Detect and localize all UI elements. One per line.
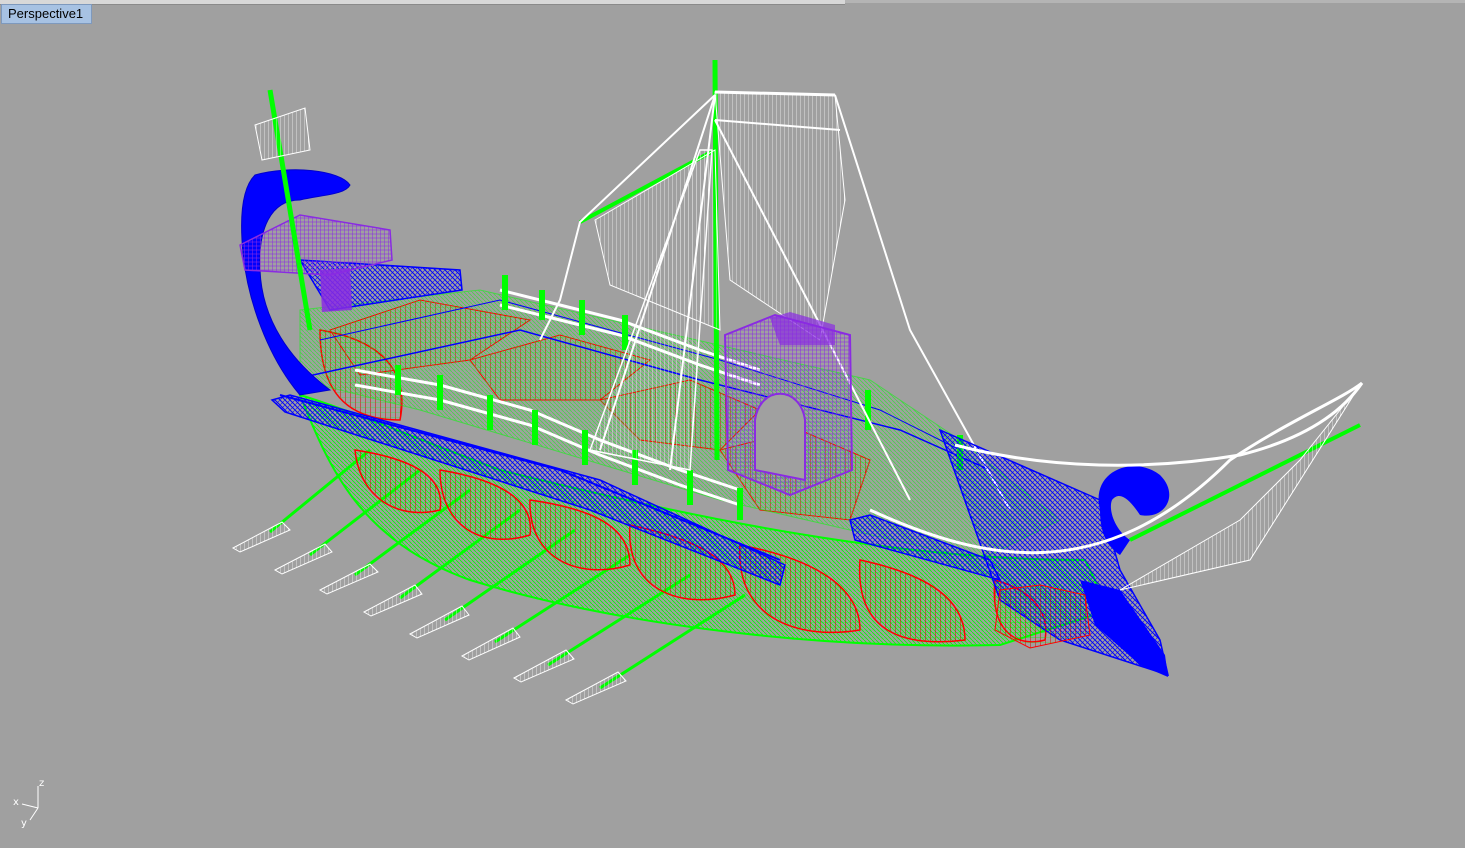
axis-x-label: x [13,797,19,808]
axis-gizmo: z x y [13,778,44,829]
viewport-title-tab[interactable]: Perspective1 [1,4,93,24]
viewport-title: Perspective1 [8,6,84,21]
axis-y-label: y [21,818,27,829]
ship-wireframe-scene[interactable] [0,0,1465,848]
axis-z-label: z [39,778,44,789]
rhino-viewport[interactable]: Perspective1 z x y [0,0,1465,848]
deck-tower [723,312,854,497]
